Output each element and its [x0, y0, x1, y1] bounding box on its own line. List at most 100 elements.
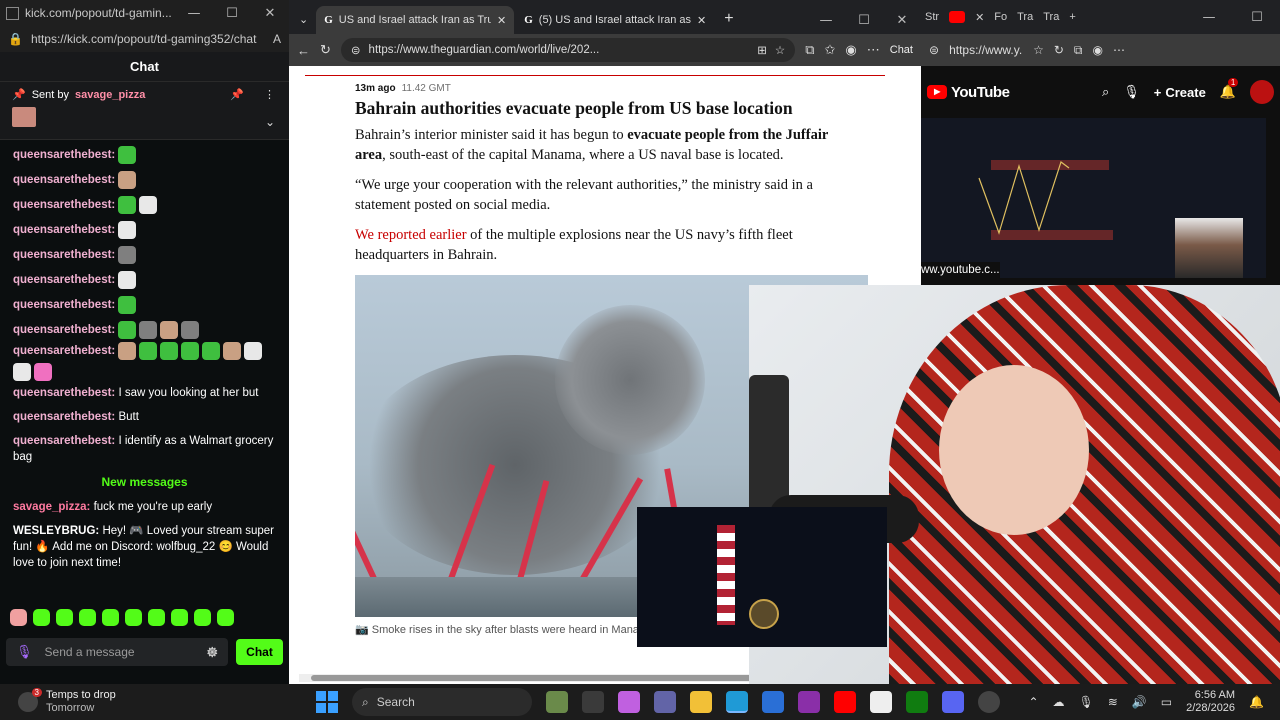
more-icon[interactable]: ⋯: [867, 42, 880, 58]
message-input-placeholder[interactable]: Send a message: [45, 645, 194, 659]
star-icon[interactable]: ☆: [1033, 43, 1044, 57]
chat-emote[interactable]: [118, 170, 137, 189]
edge-icon[interactable]: [726, 691, 748, 713]
quick-emote[interactable]: [102, 609, 119, 626]
app-icon[interactable]: [798, 691, 820, 713]
youtube-tab-icon[interactable]: [949, 11, 966, 23]
tab-label[interactable]: Fo: [994, 11, 1007, 23]
file-explorer-icon[interactable]: [690, 691, 712, 713]
site-info-icon[interactable]: ⊜: [351, 43, 361, 57]
new-tab-button[interactable]: +: [1069, 11, 1075, 23]
minimize-button[interactable]: —: [807, 13, 845, 28]
amazon-icon[interactable]: [870, 691, 892, 713]
minimize-button[interactable]: —: [175, 6, 213, 21]
chat-emote[interactable]: [139, 342, 158, 360]
battery-icon[interactable]: ▭: [1161, 695, 1172, 709]
chat-emote[interactable]: [139, 195, 158, 214]
more-options-icon[interactable]: ⋮: [264, 88, 275, 101]
clock[interactable]: 6:56 AM 2/28/2026: [1186, 689, 1235, 715]
extensions-icon[interactable]: ⧉: [1074, 43, 1083, 58]
quick-emote[interactable]: [217, 609, 234, 626]
taskbar-search[interactable]: ⌕ Search: [352, 688, 532, 716]
chat-emote[interactable]: [139, 320, 158, 339]
chevron-down-icon[interactable]: ⌄: [265, 115, 275, 129]
maximize-button[interactable]: ☐: [1238, 10, 1276, 25]
microphone-icon[interactable]: 🎙: [1079, 695, 1094, 709]
chat-username[interactable]: queensarethebest:: [13, 297, 115, 313]
chat-username[interactable]: queensarethebest:: [13, 387, 115, 399]
microphone-icon[interactable]: 🎙: [1123, 84, 1140, 100]
chat-emote[interactable]: [13, 363, 31, 381]
read-aloud-icon[interactable]: A: [273, 32, 281, 46]
chat-emote[interactable]: [118, 342, 137, 360]
chat-username[interactable]: queensarethebest:: [13, 147, 115, 163]
create-button[interactable]: + Create: [1154, 85, 1206, 100]
extensions-icon[interactable]: ⧉: [805, 42, 814, 58]
chat-emote[interactable]: [118, 295, 137, 314]
favorites-icon[interactable]: ✩: [825, 42, 836, 58]
scrollbar-thumb[interactable]: [311, 675, 761, 681]
chat-emote[interactable]: [181, 342, 200, 360]
wifi-icon[interactable]: ≋: [1108, 695, 1118, 709]
new-tab-button[interactable]: +: [724, 10, 733, 28]
refresh-icon[interactable]: ↻: [320, 42, 331, 58]
cloud-icon[interactable]: ☁: [1053, 695, 1065, 709]
maximize-button[interactable]: ☐: [845, 13, 883, 28]
maximize-button[interactable]: ☐: [213, 6, 251, 21]
chat-url[interactable]: https://kick.com/popout/td-gaming352/cha…: [31, 32, 265, 46]
chevron-up-icon[interactable]: ⌃: [1028, 695, 1038, 709]
teams-icon[interactable]: [654, 691, 676, 713]
bell-icon[interactable]: 🔔 1: [1220, 78, 1239, 100]
more-icon[interactable]: ⋯: [1113, 43, 1125, 57]
close-tab-icon[interactable]: ✕: [975, 11, 984, 24]
chat-emote[interactable]: [118, 195, 137, 214]
app-icon[interactable]: ⊞: [757, 43, 767, 57]
chat-username[interactable]: queensarethebest:: [13, 272, 115, 288]
message-input[interactable]: 🎙 Send a message ☻: [6, 638, 228, 666]
close-button[interactable]: ✕: [251, 6, 289, 21]
youtube-icon[interactable]: [834, 691, 856, 713]
youtube-video-player[interactable]: [921, 118, 1266, 278]
gear-icon[interactable]: ⚙: [206, 644, 219, 661]
xbox-icon[interactable]: [906, 691, 928, 713]
chat-emote[interactable]: [118, 245, 137, 264]
tab-list-icon[interactable]: ⌄: [299, 13, 308, 26]
chat-emote[interactable]: [181, 320, 200, 339]
chat-emote[interactable]: [118, 320, 137, 339]
tab-guardian-2[interactable]: G (5) US and Israel attack Iran as Tru ✕: [516, 6, 714, 34]
address-bar[interactable]: ⊜ https://www.theguardian.com/world/live…: [340, 38, 796, 62]
notification-icon[interactable]: 🔔: [1249, 695, 1264, 709]
store-icon[interactable]: [762, 691, 784, 713]
minimize-button[interactable]: —: [1190, 10, 1228, 25]
quick-emote[interactable]: [171, 609, 188, 626]
youtube-logo[interactable]: ▶ YouTube: [927, 84, 1010, 101]
chat-emote[interactable]: [118, 145, 137, 164]
chat-emote[interactable]: [244, 342, 263, 360]
start-button[interactable]: [316, 691, 338, 713]
chat-emote[interactable]: [223, 342, 242, 360]
chat-username[interactable]: queensarethebest:: [13, 435, 115, 447]
weather-widget[interactable]: 3 Temps to drop Tomorrow: [0, 688, 300, 715]
close-button[interactable]: ✕: [883, 13, 921, 28]
widgets-icon[interactable]: [546, 691, 568, 713]
chat-username[interactable]: savage_pizza:: [13, 501, 90, 513]
profile-icon[interactable]: ◉: [845, 42, 856, 58]
microphone-icon[interactable]: 🎙: [16, 644, 33, 660]
chat-emote[interactable]: [202, 342, 221, 360]
tab-label[interactable]: Tra: [1017, 11, 1033, 23]
chat-username[interactable]: queensarethebest:: [13, 222, 115, 238]
pinned-message[interactable]: 📌 Sent by savage_pizza 📌 ⋮ ⌄: [0, 82, 289, 140]
close-tab-icon[interactable]: ✕: [497, 14, 506, 27]
refresh-icon[interactable]: ↻: [1054, 43, 1064, 57]
chat-emote[interactable]: [160, 342, 179, 360]
chat-emote[interactable]: [34, 363, 52, 381]
address-url[interactable]: https://www.theguardian.com/world/live/2…: [369, 44, 750, 56]
chat-username[interactable]: queensarethebest:: [13, 247, 115, 263]
chat-emote[interactable]: [118, 270, 137, 289]
youtube-address-url[interactable]: https://www.y...: [949, 43, 1023, 57]
profile-icon[interactable]: ◉: [1092, 43, 1102, 57]
back-icon[interactable]: ←: [297, 43, 310, 58]
star-icon[interactable]: ☆: [775, 43, 785, 57]
quick-emote[interactable]: [10, 609, 27, 626]
chat-username[interactable]: queensarethebest:: [13, 343, 115, 359]
